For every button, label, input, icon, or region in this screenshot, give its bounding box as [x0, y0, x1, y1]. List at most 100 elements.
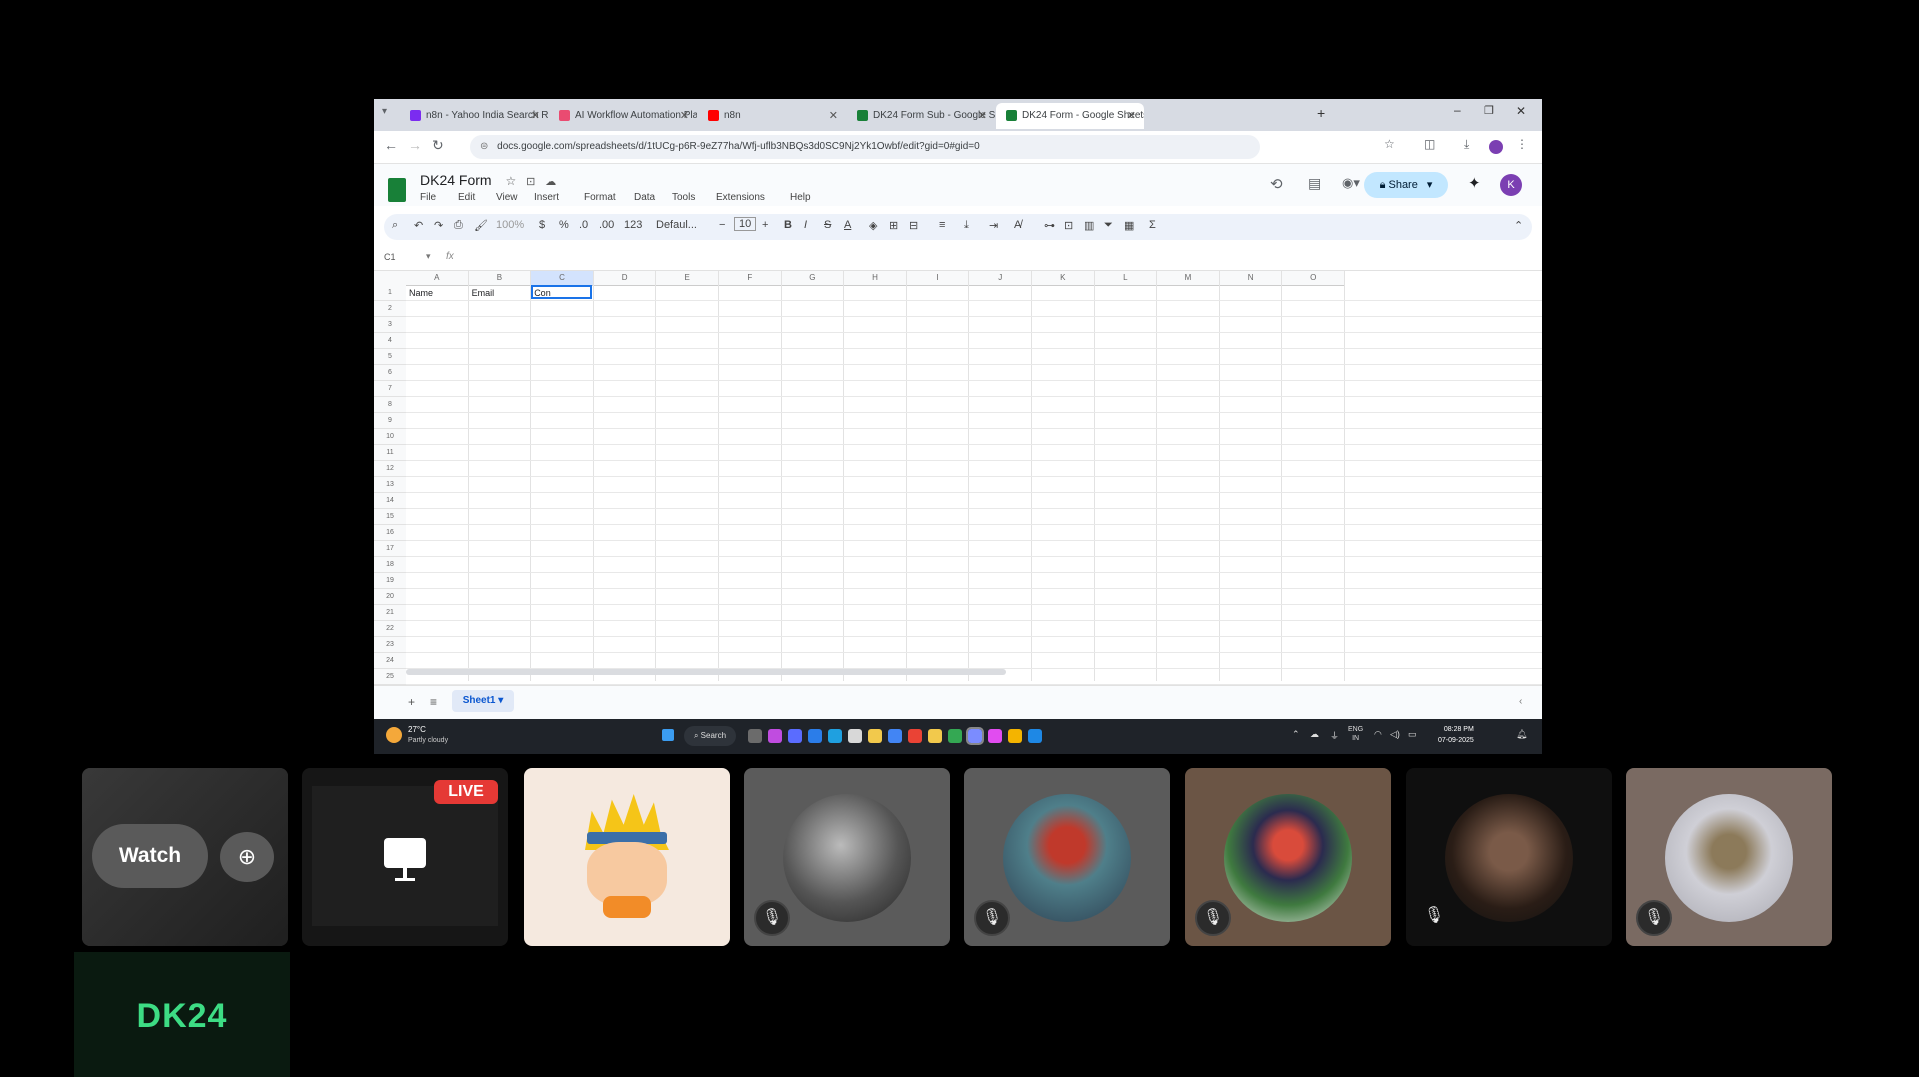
taskbar-app-icon[interactable] [966, 727, 984, 745]
increase-decimal-icon[interactable]: .00 [599, 219, 614, 231]
share-dropdown-icon[interactable]: ▾ [1427, 179, 1433, 191]
row-header-20[interactable]: 20 [374, 589, 406, 605]
menu-format[interactable]: Format [584, 192, 616, 203]
column-header-h[interactable]: H [844, 271, 907, 286]
column-header-g[interactable]: G [781, 271, 845, 286]
taskbar-app-icon[interactable] [888, 729, 902, 743]
windows-start-icon[interactable] [662, 729, 674, 741]
fill-color-icon[interactable]: ◈ [869, 219, 877, 232]
taskbar-app-icon[interactable] [808, 729, 822, 743]
live-stream-tile[interactable]: LIVE [302, 768, 508, 946]
menu-data[interactable]: Data [634, 192, 655, 203]
redo-icon[interactable]: ↷ [434, 219, 443, 232]
pop-out-stream-icon[interactable]: ⊕ [220, 832, 274, 882]
column-header-i[interactable]: I [906, 271, 970, 286]
row-header-7[interactable]: 7 [374, 381, 406, 397]
taskbar-app-icon[interactable] [988, 729, 1002, 743]
account-avatar[interactable]: K [1500, 174, 1522, 196]
borders-icon[interactable]: ⊞ [889, 219, 898, 232]
add-sheet-icon[interactable]: + [408, 695, 415, 709]
row-header-4[interactable]: 4 [374, 333, 406, 349]
weather-icon[interactable] [386, 727, 402, 743]
menu-insert[interactable]: Insert [534, 192, 559, 203]
column-header-c[interactable]: C [531, 271, 594, 286]
column-header-k[interactable]: K [1032, 271, 1095, 286]
battery-icon[interactable]: ▭ [1408, 729, 1417, 740]
collapse-toolbar-icon[interactable]: ⌃ [1514, 219, 1523, 232]
new-tab-icon[interactable]: + [1317, 105, 1325, 121]
currency-icon[interactable]: $ [539, 219, 545, 231]
strikethrough-icon[interactable]: S [824, 219, 831, 231]
cell-a1[interactable]: Name [409, 288, 433, 298]
site-info-icon[interactable]: ⊜ [480, 141, 488, 152]
comments-icon[interactable]: ▤ [1308, 175, 1321, 192]
row-header-6[interactable]: 6 [374, 365, 406, 381]
print-icon[interactable]: ⎙ [454, 219, 463, 232]
taskbar-app-icon[interactable] [1028, 729, 1042, 743]
participant-tile-5[interactable]: 🎙︎ [1406, 768, 1612, 946]
row-header-24[interactable]: 24 [374, 653, 406, 669]
screen-share-preview-tile[interactable]: Watch ⊕ [82, 768, 288, 946]
all-sheets-icon[interactable]: ≡ [430, 695, 437, 709]
participant-tile-4[interactable]: 🎙︎ [1185, 768, 1391, 946]
browser-menu-icon[interactable]: ⋮ [1516, 137, 1528, 151]
taskbar-app-icon[interactable] [948, 729, 962, 743]
taskbar-app-icon[interactable] [748, 729, 762, 743]
cell-b1[interactable]: Email [472, 288, 495, 298]
row-header-11[interactable]: 11 [374, 445, 406, 461]
name-box-dropdown-icon[interactable]: ▾ [426, 251, 431, 262]
decrease-font-icon[interactable]: − [719, 219, 725, 231]
vertical-align-icon[interactable]: ⤓ [964, 219, 969, 232]
extensions-icon[interactable]: ◫ [1424, 137, 1435, 151]
font-size-input[interactable]: 10 [734, 217, 757, 231]
row-header-19[interactable]: 19 [374, 573, 406, 589]
row-header-12[interactable]: 12 [374, 461, 406, 477]
star-icon[interactable]: ☆ [505, 174, 516, 188]
menu-view[interactable]: View [496, 192, 518, 203]
bookmark-star-icon[interactable]: ☆ [1384, 137, 1395, 151]
taskbar-app-icon[interactable] [848, 729, 862, 743]
row-header-5[interactable]: 5 [374, 349, 406, 365]
participant-tile-6[interactable]: 🎙︎ [1626, 768, 1832, 946]
bold-icon[interactable]: B [784, 219, 792, 231]
row-header-13[interactable]: 13 [374, 477, 406, 493]
row-header-10[interactable]: 10 [374, 429, 406, 445]
minimize-icon[interactable]: – [1454, 103, 1461, 117]
browser-tab[interactable]: n8n - Yahoo India Search Resu✕ [400, 103, 548, 129]
chart-icon[interactable]: ▥ [1084, 219, 1094, 232]
taskbar-app-icon[interactable] [788, 729, 802, 743]
column-header-e[interactable]: E [656, 271, 719, 286]
menu-file[interactable]: File [420, 192, 436, 203]
usb-icon[interactable]: ⏚ [1330, 729, 1339, 742]
column-header-b[interactable]: B [468, 271, 532, 286]
text-color-icon[interactable]: A [844, 219, 851, 231]
taskbar-app-icon[interactable] [868, 729, 882, 743]
profile-avatar[interactable] [1489, 140, 1503, 154]
menu-help[interactable]: Help [790, 192, 811, 203]
filter-icon[interactable]: ⏷ [1104, 219, 1113, 232]
reload-icon[interactable]: ↻ [432, 137, 444, 154]
scroll-sheets-icon[interactable]: ‹ [1519, 696, 1522, 707]
forward-icon[interactable]: → [408, 137, 422, 153]
functions-icon[interactable]: Σ [1149, 219, 1156, 231]
watch-button[interactable]: Watch [92, 824, 208, 888]
taskbar-search[interactable]: ⌕ Search [684, 726, 736, 746]
increase-font-icon[interactable]: + [762, 219, 768, 231]
row-header-3[interactable]: 3 [374, 317, 406, 333]
row-header-21[interactable]: 21 [374, 605, 406, 621]
active-cell-selection[interactable] [531, 285, 592, 299]
row-header-22[interactable]: 22 [374, 621, 406, 637]
sheet-tab-dropdown-icon[interactable]: ▾ [498, 695, 503, 706]
close-tab-icon[interactable]: ✕ [829, 103, 838, 129]
document-title[interactable]: DK24 Form ☆ ⊡ ☁ [420, 172, 556, 188]
sheet-tab-sheet1[interactable]: Sheet1 ▾ [452, 690, 514, 712]
row-header-25[interactable]: 25 [374, 669, 406, 685]
browser-tab[interactable]: DK24 Form Sub - Google She ✕ [847, 103, 995, 129]
row-header-9[interactable]: 9 [374, 413, 406, 429]
menu-edit[interactable]: Edit [458, 192, 475, 203]
notification-bell-icon[interactable]: 🔔︎ [1516, 729, 1527, 740]
row-header-1[interactable]: 1 [374, 285, 406, 301]
row-header-23[interactable]: 23 [374, 637, 406, 653]
cloud-status-icon[interactable]: ☁ [545, 176, 556, 188]
taskbar-app-icon[interactable] [828, 729, 842, 743]
